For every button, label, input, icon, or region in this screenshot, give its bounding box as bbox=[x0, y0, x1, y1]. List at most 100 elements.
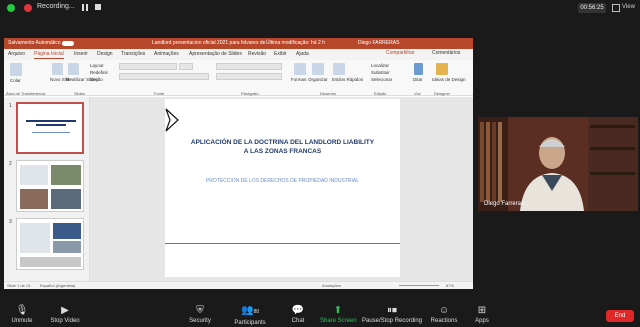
document-title: Landlord presentacion oficial 2021 para … bbox=[152, 40, 266, 46]
dictate-label: Ditar bbox=[413, 77, 423, 82]
pause-recording-icon[interactable] bbox=[82, 4, 88, 11]
design-ideas-label: Ideias de Design bbox=[432, 77, 466, 82]
slide[interactable]: APLICACIÓN DE LA DOCTRINA DEL LANDLORD L… bbox=[165, 99, 400, 277]
tab-pagina-inicial[interactable]: Página Inicial bbox=[34, 51, 64, 59]
zoom-top-bar: Recording... 00:56:25 View bbox=[0, 0, 640, 16]
group-drawing: Desenho bbox=[320, 91, 337, 96]
paste-icon[interactable] bbox=[10, 63, 22, 76]
zoom-slider[interactable] bbox=[399, 285, 439, 286]
tab-exibir[interactable]: Exibir bbox=[274, 51, 287, 57]
tab-design[interactable]: Design bbox=[97, 51, 113, 57]
ppt-title-bar: Salvamento Automático Landlord presentac… bbox=[4, 38, 473, 49]
slide-thumbnail[interactable] bbox=[16, 160, 84, 212]
unmute-button[interactable]: 🎙 Unmute bbox=[8, 305, 36, 324]
video-camera-icon: ▶ bbox=[61, 305, 69, 316]
pause-stop-icon: ⏸⏹ bbox=[387, 305, 397, 316]
paragraph-list-buttons[interactable] bbox=[216, 63, 282, 70]
pause-stop-recording-button[interactable]: ⏸⏹ Pause/Stop Recording bbox=[362, 305, 422, 324]
meeting-timer: 00:56:25 bbox=[578, 3, 606, 13]
chat-button[interactable]: 💬 Chat bbox=[286, 305, 310, 324]
stop-video-label: Stop Video bbox=[50, 318, 80, 324]
thumb-number: 1 bbox=[9, 103, 12, 109]
chat-icon: 💬 bbox=[291, 305, 305, 316]
tab-animacoes[interactable]: Animações bbox=[154, 51, 179, 57]
tab-ajuda[interactable]: Ajuda bbox=[296, 51, 309, 57]
participants-count: 88 bbox=[253, 309, 259, 315]
view-button[interactable]: View bbox=[622, 4, 635, 10]
ribbon: Colar Novo Slide Reutilizar Slides Layou… bbox=[4, 60, 473, 96]
group-clipboard: Área de Transferência bbox=[6, 91, 46, 96]
powerpoint-window: Salvamento Automático Landlord presentac… bbox=[4, 38, 473, 289]
font-format-buttons[interactable] bbox=[119, 73, 209, 80]
end-button[interactable]: End bbox=[606, 310, 634, 322]
slide-thumbnail[interactable] bbox=[16, 102, 84, 154]
design-ideas-icon[interactable] bbox=[436, 63, 448, 75]
recording-icon bbox=[24, 4, 32, 12]
tab-revisao[interactable]: Revisão bbox=[248, 51, 266, 57]
arrange-label: Organizar bbox=[308, 77, 328, 82]
tab-transicoes[interactable]: Transições bbox=[121, 51, 145, 57]
share-screen-button[interactable]: ⬆ Share Screen bbox=[320, 305, 357, 324]
ppt-body: 1 2 3 APLICACIÓN DE LA DOCTRINA DEL LAND… bbox=[4, 97, 473, 281]
apps-icon: ⊞ bbox=[477, 305, 487, 316]
slide-count: Slide 1 de 13 bbox=[7, 283, 31, 288]
group-slides: Slides bbox=[74, 91, 85, 96]
video-scene-image bbox=[478, 117, 638, 211]
apps-label: Apps bbox=[475, 318, 489, 324]
security-label: Security bbox=[189, 318, 211, 324]
autosave-toggle[interactable] bbox=[62, 41, 74, 46]
thumb-number: 3 bbox=[9, 219, 12, 225]
comments-button[interactable]: Comentários bbox=[432, 50, 460, 56]
font-family-select[interactable] bbox=[119, 63, 177, 70]
font-size-select[interactable] bbox=[179, 63, 193, 70]
reset-button[interactable]: Redefinir bbox=[90, 70, 108, 75]
ribbon-tabs: Arquivo Página Inicial Inserir Design Tr… bbox=[4, 49, 473, 60]
zoom-level[interactable]: 67% bbox=[446, 283, 454, 288]
shield-icon: ⛨ bbox=[196, 305, 204, 316]
grid-view-icon[interactable] bbox=[612, 4, 620, 12]
language: Español (Argentina) bbox=[40, 283, 76, 288]
slide-thumbnail[interactable] bbox=[16, 218, 84, 270]
thumb-number: 2 bbox=[9, 161, 12, 167]
microphone-icon[interactable] bbox=[414, 63, 423, 75]
recording-label: Recording... bbox=[37, 3, 75, 10]
quick-styles-icon[interactable] bbox=[333, 63, 345, 75]
group-designer: Designer bbox=[434, 91, 451, 96]
notes-button[interactable]: Anotações bbox=[322, 283, 341, 288]
tab-inserir[interactable]: Inserir bbox=[74, 51, 88, 57]
tab-arquivo[interactable]: Arquivo bbox=[8, 51, 25, 57]
share-button[interactable]: Compartilhar bbox=[386, 50, 415, 56]
participants-icon: 👥88 bbox=[240, 305, 259, 316]
section-button[interactable]: Seção bbox=[90, 77, 103, 82]
layout-button[interactable]: Layout bbox=[90, 63, 104, 68]
shapes-icon[interactable] bbox=[294, 63, 306, 75]
reuse-slides-icon[interactable] bbox=[68, 63, 79, 75]
stop-video-button[interactable]: ▶ Stop Video bbox=[48, 305, 82, 324]
group-voice: Voz bbox=[414, 91, 421, 96]
arrange-icon[interactable] bbox=[312, 63, 324, 75]
pause-stop-label: Pause/Stop Recording bbox=[362, 318, 423, 324]
user-name: Diego FARRERAS bbox=[358, 40, 400, 46]
status-bar: Slide 1 de 13 Español (Argentina) Anotaç… bbox=[4, 281, 473, 289]
group-editing: Edição bbox=[374, 91, 387, 96]
reactions-button[interactable]: ☺ Reactions bbox=[428, 305, 460, 324]
apps-button[interactable]: ⊞ Apps bbox=[470, 305, 494, 324]
autosave-label: Salvamento Automático bbox=[8, 40, 61, 46]
security-button[interactable]: ⛨ Security bbox=[186, 305, 214, 324]
select-button[interactable]: Selecionar bbox=[371, 77, 392, 82]
group-font: Fonte bbox=[154, 91, 165, 96]
participant-video[interactable]: Diego Farreras bbox=[478, 117, 638, 211]
new-slide-icon[interactable] bbox=[52, 63, 63, 75]
paragraph-align-buttons[interactable] bbox=[216, 73, 282, 80]
replace-button[interactable]: Substituir bbox=[371, 70, 390, 75]
tab-apresentacao[interactable]: Apresentação de Slides bbox=[189, 51, 242, 57]
modified-label: Última modificação: há 2 h bbox=[266, 40, 325, 46]
find-button[interactable]: Localizar bbox=[371, 63, 389, 68]
slide-title-line2: A LAS ZONAS FRANCAS bbox=[243, 148, 322, 155]
participant-name: Diego Farreras bbox=[484, 201, 525, 207]
zoom-toolbar: 🎙 Unmute ▶ Stop Video ⛨ Security 👥88 Par… bbox=[0, 301, 640, 327]
participants-button[interactable]: 👥88 Participants bbox=[232, 305, 268, 326]
share-screen-icon: ⬆ bbox=[333, 305, 343, 316]
stop-recording-icon[interactable] bbox=[95, 4, 101, 10]
chat-label: Chat bbox=[291, 318, 305, 324]
